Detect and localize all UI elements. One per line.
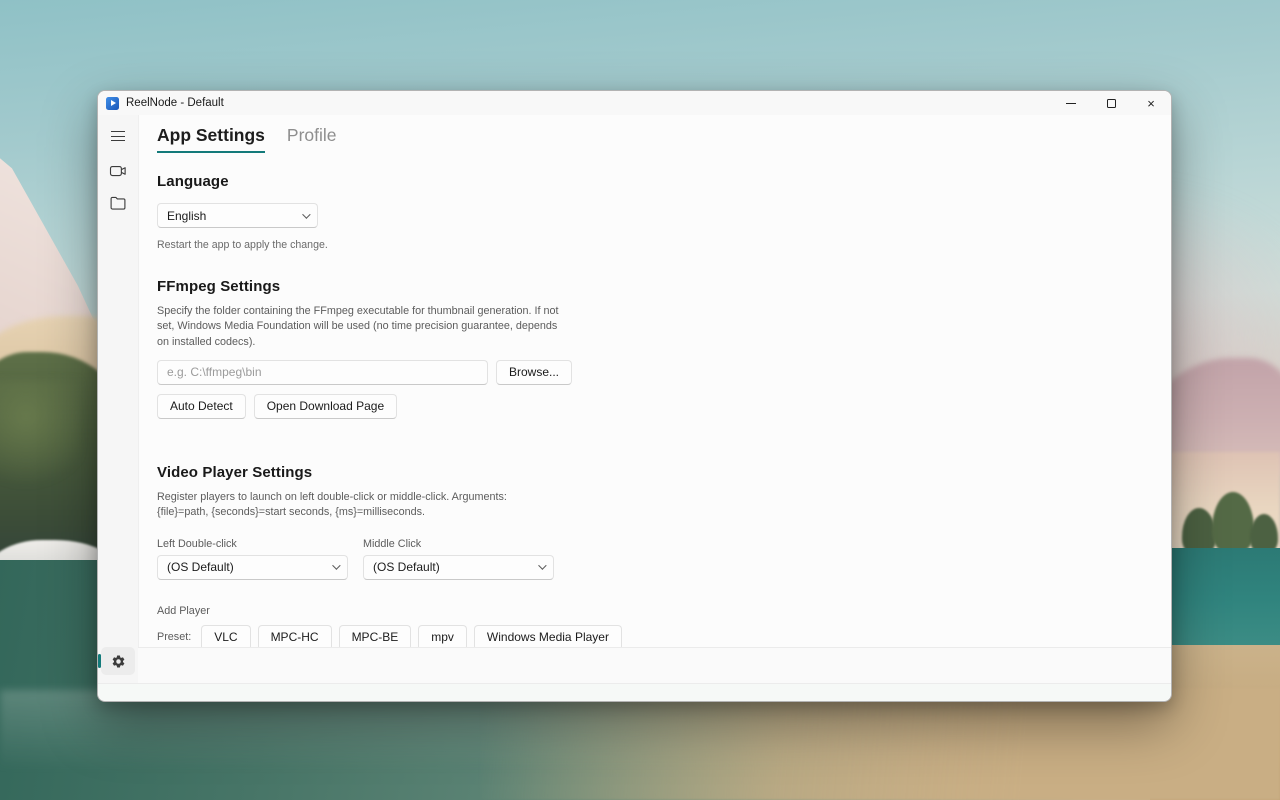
video-camera-icon xyxy=(109,165,126,177)
window-footer xyxy=(138,647,1171,683)
wallpaper-trees-highlight xyxy=(0,380,80,500)
sidebar xyxy=(98,115,138,683)
tab-bar: App Settings Profile xyxy=(157,125,1171,153)
preset-vlc-button[interactable]: VLC xyxy=(201,624,251,647)
ffmpeg-actions-row: Auto Detect Open Download Page xyxy=(157,393,1171,419)
wallpaper-grass-bottom xyxy=(480,688,1280,800)
minimize-button[interactable] xyxy=(1051,91,1091,115)
left-double-click-value: (OS Default) xyxy=(167,560,234,575)
middle-click-value: (OS Default) xyxy=(373,560,440,575)
minimize-icon xyxy=(1066,102,1076,104)
left-double-click-dropdown[interactable]: (OS Default) xyxy=(157,554,348,580)
open-download-page-button[interactable]: Open Download Page xyxy=(253,393,398,419)
preset-wmp-button[interactable]: Windows Media Player xyxy=(473,624,622,647)
language-dropdown-value: English xyxy=(167,208,207,223)
ffmpeg-path-row: Browse... xyxy=(157,359,1171,385)
window-bottom-strip xyxy=(98,683,1171,701)
sidebar-item-videos[interactable] xyxy=(103,157,133,185)
ffmpeg-path-input[interactable] xyxy=(157,359,488,385)
preset-mpc-be-button[interactable]: MPC-BE xyxy=(338,624,412,647)
tab-app-settings[interactable]: App Settings xyxy=(157,125,265,153)
window-titlebar[interactable]: ReelNode - Default × xyxy=(98,91,1171,115)
ffmpeg-heading: FFmpeg Settings xyxy=(157,278,281,295)
chevron-down-icon xyxy=(332,561,341,570)
browse-button[interactable]: Browse... xyxy=(496,359,573,385)
active-item-indicator xyxy=(98,654,101,668)
ffmpeg-description: Specify the folder containing the FFmpeg… xyxy=(157,305,559,348)
video-player-heading: Video Player Settings xyxy=(157,463,313,481)
video-player-description: Register players to launch on left doubl… xyxy=(157,490,507,519)
tab-profile[interactable]: Profile xyxy=(287,125,337,153)
language-dropdown[interactable]: English xyxy=(157,203,318,228)
gear-icon xyxy=(112,655,124,667)
player-dropdown-row: (OS Default) (OS Default) xyxy=(157,554,1171,580)
maximize-icon xyxy=(1106,98,1116,108)
language-hint: Restart the app to apply the change. xyxy=(157,239,328,251)
left-double-click-label: Left Double-click xyxy=(157,537,237,550)
middle-click-label: Middle Click xyxy=(363,537,422,550)
app-icon xyxy=(106,96,119,110)
window-title: ReelNode - Default xyxy=(126,97,224,109)
window-caption-buttons: × xyxy=(1051,91,1171,115)
language-heading: Language xyxy=(157,173,229,190)
preset-row: Preset: VLC MPC-HC MPC-BE mpv Windows Me… xyxy=(157,624,1171,647)
maximize-button[interactable] xyxy=(1091,91,1131,115)
player-dropdown-labels: Left Double-click Middle Click xyxy=(157,538,1171,550)
middle-click-dropdown[interactable]: (OS Default) xyxy=(363,554,554,580)
chevron-down-icon xyxy=(538,561,547,570)
chevron-down-icon xyxy=(302,209,311,219)
preset-label: Preset: xyxy=(157,631,192,644)
sidebar-item-folders[interactable] xyxy=(103,189,133,217)
settings-content: App Settings Profile Language English Re… xyxy=(138,115,1171,647)
hamburger-icon xyxy=(111,131,125,132)
add-player-label: Add Player xyxy=(157,604,210,617)
app-window: ReelNode - Default × App Settings Profil… xyxy=(97,90,1172,702)
menu-toggle-button[interactable] xyxy=(103,123,133,149)
close-button[interactable]: × xyxy=(1131,91,1171,115)
folder-icon xyxy=(110,196,126,210)
close-icon: × xyxy=(1147,95,1155,111)
auto-detect-button[interactable]: Auto Detect xyxy=(157,393,246,419)
sidebar-item-settings[interactable] xyxy=(98,647,135,675)
preset-mpv-button[interactable]: mpv xyxy=(418,624,467,647)
preset-mpc-hc-button[interactable]: MPC-HC xyxy=(257,624,332,647)
